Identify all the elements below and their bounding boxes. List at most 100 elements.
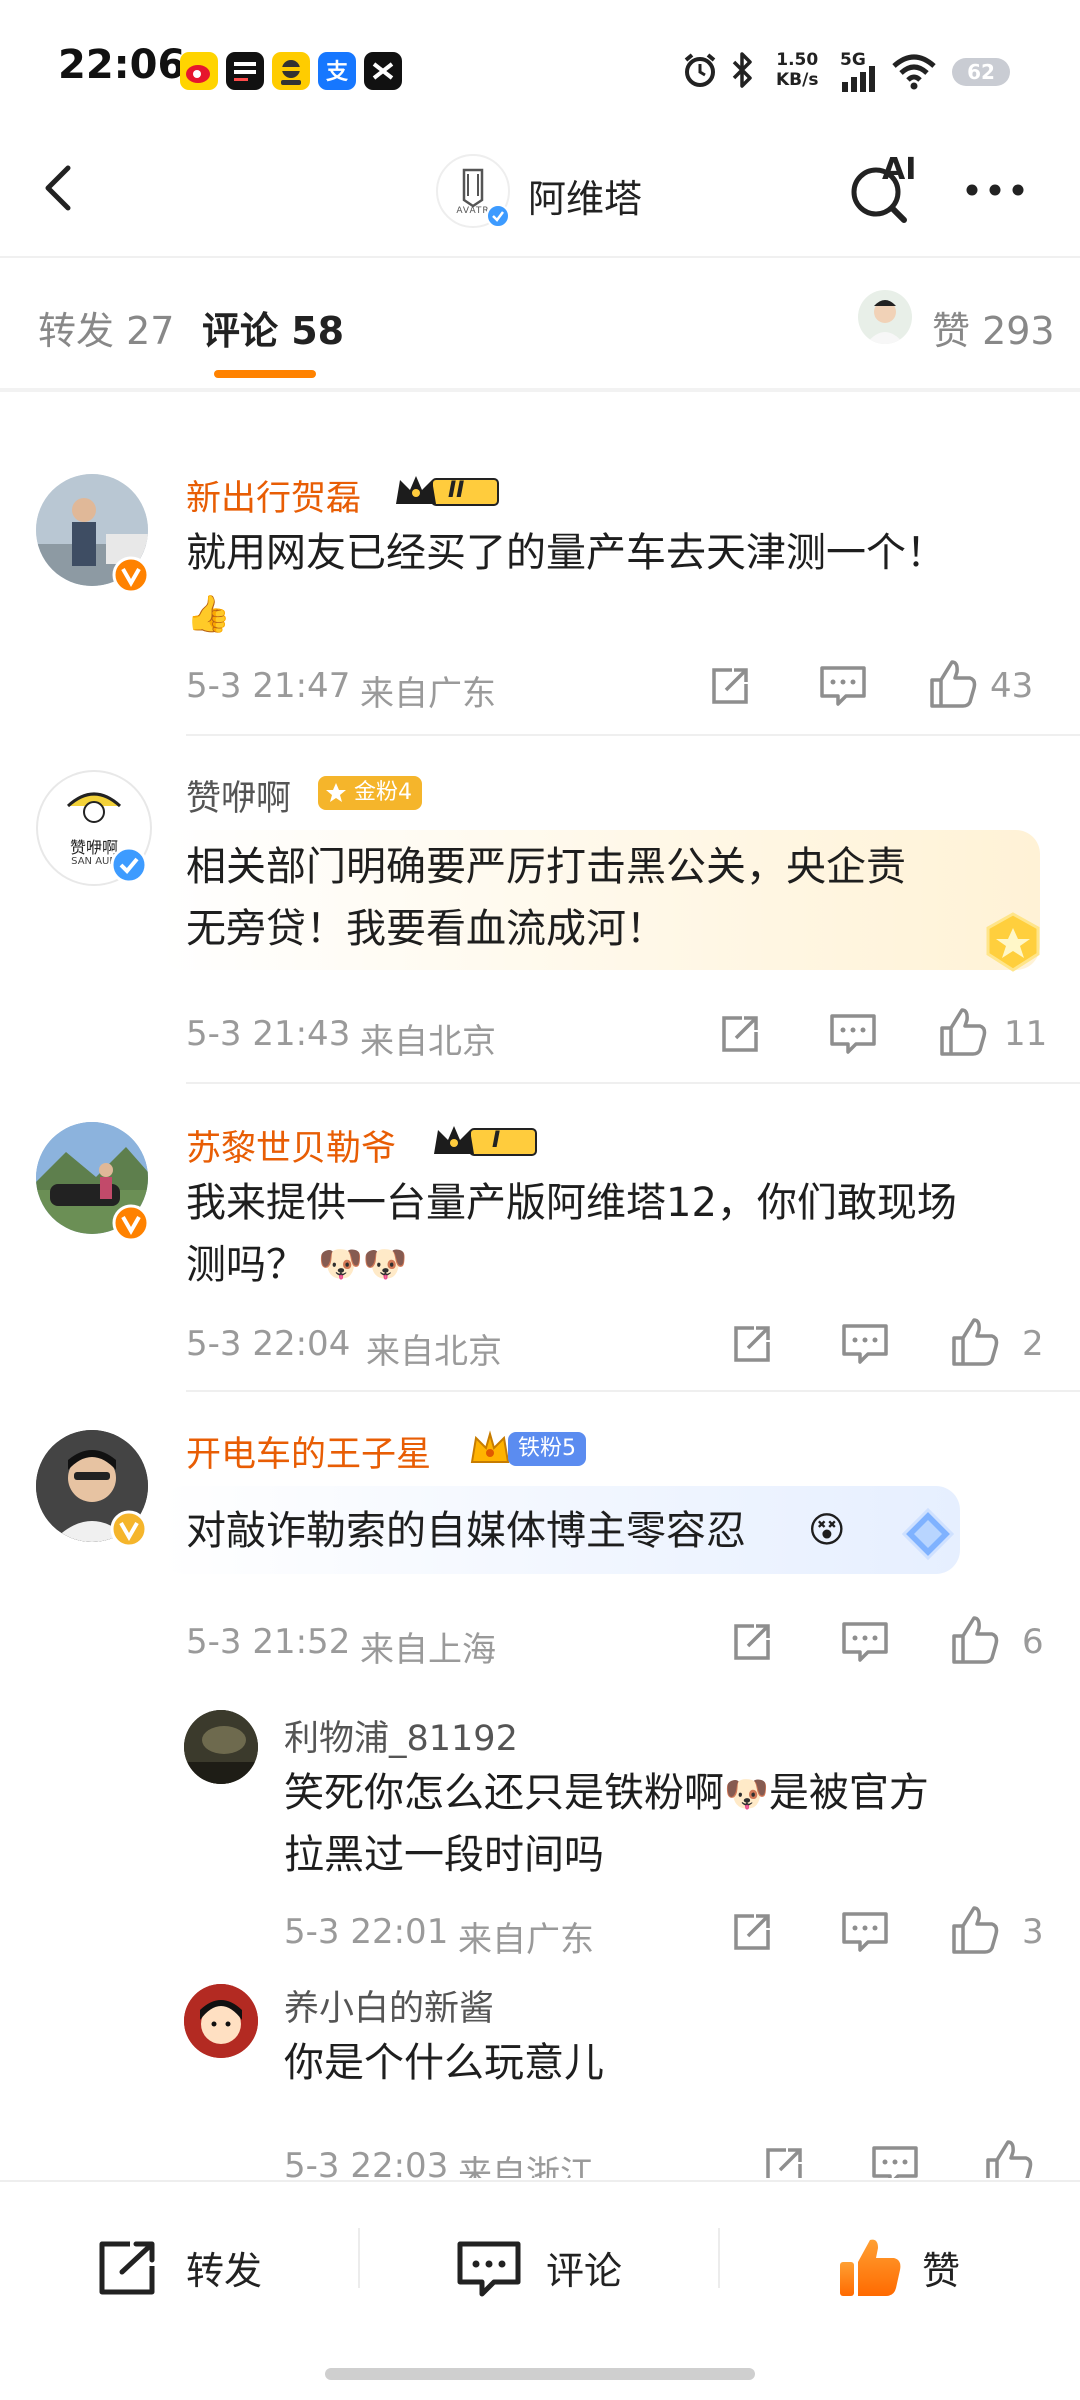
reply-icon[interactable] [840, 1320, 890, 1368]
commenter-name[interactable]: 苏黎世贝勒爷 [186, 1120, 396, 1171]
comment-text-line1: 相关部门明确要严厉打击黑公关，央企责 [186, 844, 906, 890]
tab-comments[interactable]: 评论 58 [202, 300, 344, 355]
like-icon[interactable] [938, 1006, 988, 1058]
back-button[interactable] [30, 158, 90, 218]
gold-badge-icon [978, 908, 1048, 978]
comment-emoji: 😵 [808, 1510, 846, 1551]
reply-text-line1b: 是被官方 [768, 1770, 929, 1816]
like-count: 2 [1022, 1324, 1044, 1364]
ai-label: AI [882, 152, 917, 187]
reply-icon[interactable] [840, 1618, 890, 1666]
share-icon[interactable] [706, 662, 754, 710]
diamond-badge-icon [896, 1504, 960, 1568]
verified-blue-icon [110, 846, 148, 884]
bluetooth-icon [728, 50, 758, 90]
comment-divider [186, 734, 1080, 736]
reply-text-line1: 笑死你怎么还只是铁粉啊🐶是被官方 [284, 1762, 929, 1826]
commenter-name[interactable]: 赞咿啊 [186, 770, 291, 821]
verified-orange-icon [112, 1204, 150, 1242]
comment-text-line1: 我来提供一台量产版阿维塔12，你们敢现场 [186, 1180, 957, 1226]
news-app-icon [226, 52, 264, 90]
crown-icon [468, 1428, 512, 1468]
share-icon[interactable] [716, 1010, 764, 1058]
comment-time: 5-3 21:43 [186, 1014, 351, 1054]
commenter-name[interactable]: 新出行贺磊 [186, 470, 361, 521]
tab-likes[interactable]: 赞 293 [932, 300, 1055, 355]
verified-blue-icon [486, 204, 510, 228]
verified-gold-icon [110, 1510, 148, 1548]
repost-label: 转发 [186, 2249, 263, 2293]
battery-indicator: 62 [952, 58, 1010, 86]
comment-emoji: 🐶🐶 [318, 1244, 408, 1285]
bottom-repost-button[interactable]: 转发 [90, 2220, 300, 2316]
comment-text-line2: 无旁贷！我要看血流成河！ [186, 906, 666, 952]
like-icon[interactable] [984, 2138, 1034, 2178]
replier-avatar[interactable] [184, 1710, 258, 1784]
reply-location: 来自广东 [458, 1920, 594, 1960]
home-indicator[interactable] [325, 2368, 755, 2380]
reply-icon[interactable] [840, 1908, 890, 1956]
crown-level: I [492, 1128, 501, 1153]
crown-badge: II [392, 470, 508, 514]
share-icon[interactable] [728, 1320, 776, 1368]
active-tab-indicator [214, 370, 316, 378]
signal-icon [842, 66, 878, 92]
net-speed-unit: KB/s [776, 70, 819, 90]
like-count: 3 [1022, 1912, 1044, 1952]
alipay-app-icon: 支 [318, 52, 356, 90]
reply-text-line2: 拉黑过一段时间吗 [284, 1832, 604, 1878]
comment-text: 对敲诈勒索的自媒体博主零容忍 [186, 1508, 746, 1554]
like-label: 赞 [922, 2249, 961, 2293]
comment-location: 来自北京 [360, 1022, 496, 1062]
reply-item: 利物浦_81192 笑死你怎么还只是铁粉啊🐶是被官方 拉黑过一段时间吗 5-3 … [0, 1700, 1080, 1960]
like-icon[interactable] [950, 1904, 1000, 1956]
fan-badge-label: 铁粉5 [518, 1436, 576, 1461]
reply-icon[interactable] [818, 662, 868, 710]
tab-repost[interactable]: 转发 27 [38, 300, 174, 355]
share-icon[interactable] [728, 1908, 776, 1956]
share-icon[interactable] [728, 1618, 776, 1666]
like-icon[interactable] [950, 1614, 1000, 1666]
share-icon[interactable] [760, 2142, 808, 2178]
bottom-comment-button[interactable]: 评论 [450, 2220, 660, 2316]
replier-name[interactable]: 养小白的新酱 [284, 1980, 494, 2031]
reply-icon[interactable] [828, 1010, 878, 1058]
replier-name[interactable]: 利物浦_81192 [284, 1710, 518, 1761]
reply-emoji: 🐶 [724, 1774, 769, 1815]
alarm-icon [680, 50, 720, 90]
ai-search-button[interactable]: AI [842, 150, 922, 230]
liker-avatar[interactable] [858, 290, 912, 344]
reply-icon[interactable] [870, 2142, 920, 2178]
comment-item: 苏黎世贝勒爷 I 我来提供一台量产版阿维塔12，你们敢现场 测吗？ 🐶🐶 5-3… [0, 1110, 1080, 1390]
replier-avatar[interactable] [184, 1984, 258, 2058]
header-divider [0, 256, 1080, 258]
comment-time: 5-3 22:04 [186, 1324, 351, 1364]
fan-badge-label: 金粉4 [354, 780, 412, 805]
capcut-app-icon [364, 52, 402, 90]
comment-divider [186, 1390, 1080, 1392]
like-icon[interactable] [928, 658, 978, 710]
like-filled-icon [836, 2234, 904, 2300]
bottom-like-button[interactable]: 赞 [830, 2220, 1010, 2316]
like-icon[interactable] [950, 1316, 1000, 1368]
reply-text-line1a: 笑死你怎么还只是铁粉啊 [284, 1770, 724, 1816]
comment-time: 5-3 21:47 [186, 666, 351, 706]
like-count: 6 [1022, 1622, 1044, 1662]
comment-item: 赞咿啊 SAN AUN 赞咿啊 金粉4 相关部门明确要严厉打击黑公关，央企责 无… [0, 760, 1080, 1080]
commenter-name[interactable]: 开电车的王子星 [186, 1426, 431, 1477]
fan-badge-icon [324, 781, 348, 805]
more-options-icon[interactable] [960, 170, 1030, 210]
bottom-bar-divider [718, 2228, 720, 2288]
comment-divider [186, 1082, 1080, 1084]
crown-badge: I [430, 1120, 546, 1164]
weibo-app-icon [180, 52, 218, 90]
fan-badge: 铁粉5 [508, 1432, 586, 1466]
verified-orange-icon [112, 556, 150, 594]
page-title: 阿维塔 [528, 177, 643, 221]
reply-time: 5-3 22:03 [284, 2146, 449, 2178]
reply-text: 你是个什么玩意儿 [284, 2040, 604, 2086]
comment-location: 来自北京 [366, 1332, 502, 1372]
comment-item: 新出行贺磊 II 就用网友已经买了的量产车去天津测一个！ 👍 5-3 21:47… [0, 460, 1080, 730]
wifi-icon [890, 52, 938, 90]
comment-text: 就用网友已经买了的量产车去天津测一个！ [186, 530, 946, 576]
